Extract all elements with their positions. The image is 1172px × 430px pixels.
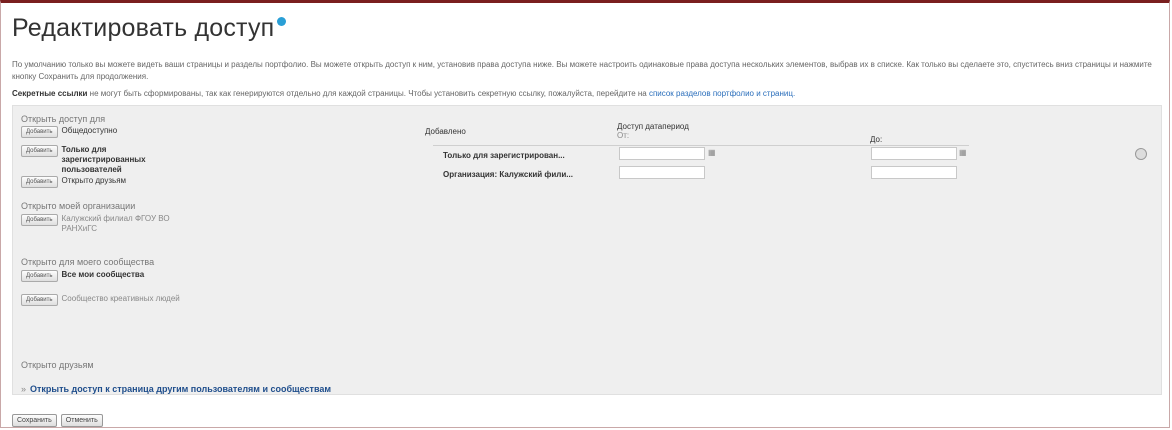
access-option-public: Добавить Общедоступно — [21, 126, 117, 138]
add-button-creative-community[interactable]: Добавить — [21, 294, 58, 306]
cancel-button[interactable]: Отменить — [60, 414, 103, 427]
section-title-organization: Открыто моей организации — [21, 201, 136, 211]
access-option-friends: Добавить Открыто друзьям — [21, 176, 126, 188]
access-row-registered: Только для зарегистрирован... — [443, 151, 565, 160]
access-option-creative-community: Добавить Сообщество креативных людей — [21, 294, 190, 306]
table-divider — [433, 145, 969, 146]
remove-row-icon[interactable] — [1135, 148, 1147, 160]
option-label: Общедоступно — [61, 126, 118, 135]
save-button[interactable]: Сохранить — [12, 414, 57, 427]
add-button-all-communities[interactable]: Добавить — [21, 270, 58, 282]
access-option-registered: Добавить Только для зарегистрированных п… — [21, 145, 146, 175]
section-title-friends: Открыто друзьям — [21, 360, 94, 370]
access-option-all-communities: Добавить Все мои сообщества — [21, 270, 144, 282]
calendar-icon[interactable]: ▦ — [708, 148, 716, 157]
add-button-organization[interactable]: Добавить — [21, 214, 58, 226]
access-row-organization: Организация: Калужский фили... — [443, 170, 573, 179]
calendar-icon[interactable]: ▦ — [959, 148, 967, 157]
date-to-input[interactable] — [871, 147, 957, 160]
access-option-organization: Добавить Калужский филиал ФГОУ ВО РАНХиГ… — [21, 214, 190, 234]
share-link-text: Открыть доступ к страница другим пользов… — [30, 384, 332, 394]
secret-links-note: Секретные ссылки не могут быть сформиров… — [12, 89, 1162, 98]
option-label: Калужский филиал ФГОУ ВО РАНХиГС — [61, 214, 170, 233]
page-description: По умолчанию только вы можете видеть ваш… — [12, 60, 1152, 81]
section-title-open-for: Открыть доступ для — [21, 114, 106, 124]
portfolio-list-link[interactable]: список разделов портфолио и страниц. — [649, 89, 795, 98]
page-title: Редактировать доступ — [12, 14, 287, 43]
column-header-added: Добавлено — [425, 127, 466, 136]
help-icon[interactable] — [277, 17, 287, 26]
expand-arrow-icon: » — [21, 384, 27, 394]
option-label: Только для зарегистрированных пользовате… — [61, 145, 146, 174]
date-to-input[interactable] — [871, 166, 957, 179]
add-button-registered[interactable]: Добавить — [21, 145, 58, 157]
secret-links-text: не могут быть сформированы, так как гене… — [87, 89, 649, 98]
share-with-others-link[interactable]: » Открыть доступ к страница другим пользо… — [21, 384, 331, 394]
option-label: Все мои сообщества — [61, 270, 145, 279]
access-panel: Открыть доступ для Добавить Общедоступно… — [12, 105, 1162, 395]
date-from-input[interactable] — [619, 166, 705, 179]
to-label: До: — [870, 135, 883, 144]
add-button-public[interactable]: Добавить — [21, 126, 58, 138]
option-label: Открыто друзьям — [61, 176, 127, 185]
from-label: От: — [617, 131, 630, 140]
column-header-access-dates: Доступ датапериод От: — [617, 122, 689, 140]
section-title-community: Открыто для моего сообщества — [21, 257, 155, 267]
access-dates-title: Доступ датапериод — [617, 122, 689, 131]
add-button-friends[interactable]: Добавить — [21, 176, 58, 188]
date-from-input[interactable] — [619, 147, 705, 160]
option-label: Сообщество креативных людей — [61, 294, 180, 303]
secret-links-bold: Секретные ссылки — [12, 89, 88, 98]
form-actions: Сохранить Отменить — [12, 414, 107, 427]
